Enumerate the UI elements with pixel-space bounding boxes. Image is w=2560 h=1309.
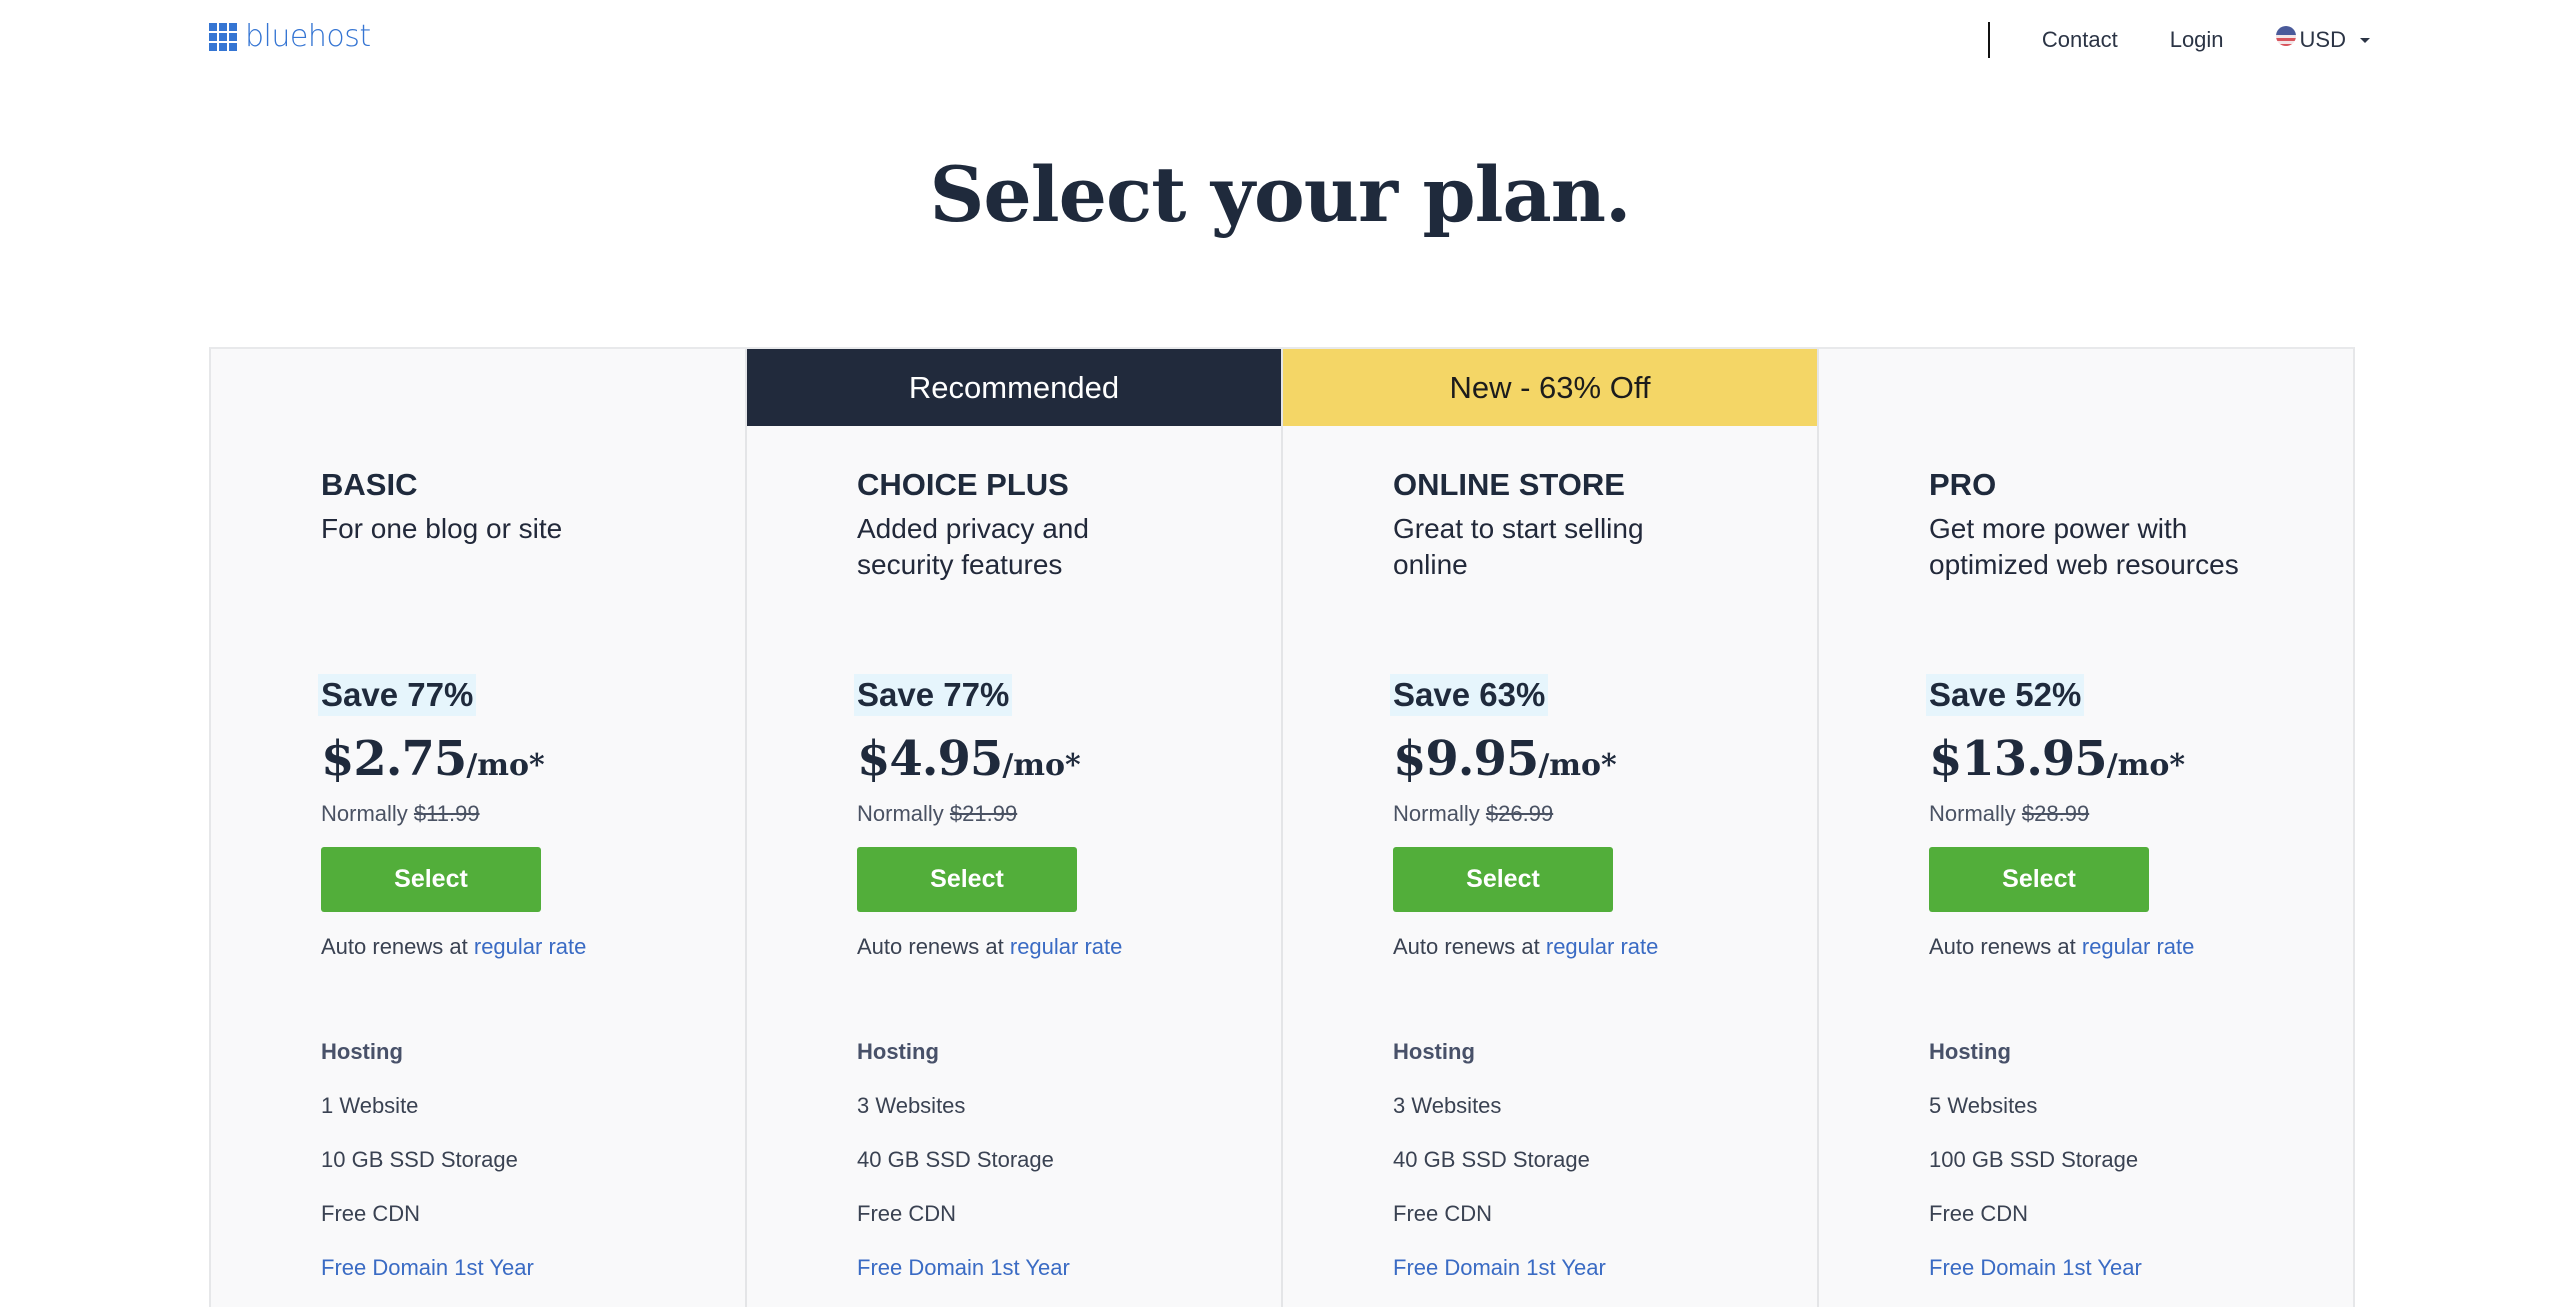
price-unit: /mo* <box>1538 748 1617 783</box>
auto-renew-note: Auto renews at regular rate <box>1929 934 2194 960</box>
plan-description: Get more power with optimized web resour… <box>1929 513 2239 580</box>
select-button-pro[interactable]: Select <box>1929 847 2149 912</box>
renew-text: Auto renews at <box>1929 934 2076 959</box>
plan-card-basic: BASIC For one blog or site Save 77% $2.7… <box>211 349 747 1307</box>
feature-heading: Hosting <box>1393 1039 1475 1064</box>
normal-price-value: $26.99 <box>1485 801 1554 826</box>
chevron-down-icon <box>2360 37 2370 43</box>
free-domain-link[interactable]: Free Domain 1st Year <box>857 1255 1070 1309</box>
plan-price: $13.95/mo* <box>1929 731 2185 787</box>
price-amount: $13.95 <box>1929 731 2108 787</box>
price-unit: /mo* <box>2106 748 2186 783</box>
bluehost-logo[interactable]: bluehost <box>209 22 371 52</box>
feature-item: 10 GB SSD Storage <box>321 1147 518 1172</box>
plan-name: BASIC <box>321 467 418 502</box>
plan-name: ONLINE STORE <box>1393 467 1625 502</box>
normal-price-value: $21.99 <box>949 801 1018 826</box>
feature-list: Hosting 3 Websites 40 GB SSD Storage Fre… <box>1393 1039 1606 1309</box>
feature-item: Free CDN <box>321 1201 421 1226</box>
normally-label: Normally <box>321 801 408 826</box>
select-button-online-store[interactable]: Select <box>1393 847 1613 912</box>
price-amount: $2.75 <box>321 731 467 787</box>
save-badge: Save 52% <box>1926 674 2085 716</box>
plan-description: For one blog or site <box>321 513 563 544</box>
logo-text: bluehost <box>245 19 371 54</box>
feature-item: 40 GB SSD Storage <box>857 1147 1054 1172</box>
free-domain-link[interactable]: Free Domain 1st Year <box>321 1255 534 1309</box>
feature-item: 3 Websites <box>857 1093 966 1118</box>
feature-item: Free CDN <box>857 1201 957 1226</box>
page-title: Select your plan. <box>929 150 1632 239</box>
free-domain-link[interactable]: Free Domain 1st Year <box>1929 1255 2142 1309</box>
site-header: bluehost Contact Login USD <box>0 0 2560 80</box>
price-amount: $4.95 <box>857 731 1003 787</box>
feature-list: Hosting 3 Websites 40 GB SSD Storage Fre… <box>857 1039 1070 1309</box>
feature-item: 1 Website <box>321 1093 419 1118</box>
renew-text: Auto renews at <box>857 934 1004 959</box>
price-amount: $9.95 <box>1393 731 1539 787</box>
plan-card-online-store: New - 63% Off ONLINE STORE Great to star… <box>1283 349 1819 1307</box>
feature-item: 3 Websites <box>1393 1093 1502 1118</box>
currency-selector[interactable]: USD <box>2275 26 2370 53</box>
login-link[interactable]: Login <box>2170 27 2224 53</box>
regular-rate-link[interactable]: regular rate <box>2082 934 2195 959</box>
currency-label: USD <box>2299 27 2346 52</box>
save-badge: Save 77% <box>854 674 1013 716</box>
us-flag-icon <box>2275 26 2296 46</box>
plan-name: CHOICE PLUS <box>857 467 1069 502</box>
normal-price: Normally $11.99 <box>321 801 480 827</box>
plan-name: PRO <box>1929 467 1997 502</box>
feature-item: Free CDN <box>1393 1201 1493 1226</box>
regular-rate-link[interactable]: regular rate <box>1546 934 1659 959</box>
plan-price: $4.95/mo* <box>857 731 1081 787</box>
regular-rate-link[interactable]: regular rate <box>474 934 587 959</box>
feature-heading: Hosting <box>857 1039 939 1064</box>
top-nav: Contact Login USD <box>1987 22 2370 58</box>
feature-item: Free CDN <box>1929 1201 2029 1226</box>
plan-price: $2.75/mo* <box>321 731 545 787</box>
feature-list: Hosting 5 Websites 100 GB SSD Storage Fr… <box>1929 1039 2142 1309</box>
plan-price: $9.95/mo* <box>1393 731 1617 787</box>
auto-renew-note: Auto renews at regular rate <box>857 934 1122 960</box>
normal-price: Normally $28.99 <box>1929 801 2089 827</box>
feature-item: 5 Websites <box>1929 1093 2038 1118</box>
normal-price: Normally $26.99 <box>1393 801 1553 827</box>
plan-card-choice-plus: Recommended CHOICE PLUS Added privacy an… <box>747 349 1283 1307</box>
plan-description: Great to start selling online <box>1393 513 1644 580</box>
plans-grid: BASIC For one blog or site Save 77% $2.7… <box>209 347 2355 1307</box>
auto-renew-note: Auto renews at regular rate <box>1393 934 1658 960</box>
save-badge: Save 77% <box>318 674 477 716</box>
contact-link[interactable]: Contact <box>2042 27 2118 53</box>
normally-label: Normally <box>1393 801 1480 826</box>
normal-price-value: $28.99 <box>2021 801 2090 826</box>
recommended-ribbon: Recommended <box>747 349 1281 426</box>
feature-item: 40 GB SSD Storage <box>1393 1147 1590 1172</box>
select-button-basic[interactable]: Select <box>321 847 541 912</box>
plan-description: Added privacy and security features <box>857 513 1089 580</box>
feature-list: Hosting 1 Website 10 GB SSD Storage Free… <box>321 1039 534 1309</box>
plan-card-pro: PRO Get more power with optimized web re… <box>1819 349 2353 1307</box>
regular-rate-link[interactable]: regular rate <box>1010 934 1123 959</box>
normal-price-value: $11.99 <box>413 801 480 826</box>
normally-label: Normally <box>857 801 944 826</box>
save-badge: Save 63% <box>1390 674 1549 716</box>
feature-item: 100 GB SSD Storage <box>1929 1147 2139 1172</box>
promo-ribbon: New - 63% Off <box>1283 349 1817 426</box>
normal-price: Normally $21.99 <box>857 801 1017 827</box>
auto-renew-note: Auto renews at regular rate <box>321 934 586 960</box>
normally-label: Normally <box>1929 801 2016 826</box>
free-domain-link[interactable]: Free Domain 1st Year <box>1393 1255 1606 1309</box>
price-unit: /mo* <box>1002 748 1081 783</box>
logo-grid-icon <box>209 23 237 51</box>
renew-text: Auto renews at <box>1393 934 1540 959</box>
select-button-choice-plus[interactable]: Select <box>857 847 1077 912</box>
nav-divider <box>1987 22 1990 58</box>
feature-heading: Hosting <box>1929 1039 2011 1064</box>
price-unit: /mo* <box>466 748 545 783</box>
renew-text: Auto renews at <box>321 934 468 959</box>
feature-heading: Hosting <box>321 1039 403 1064</box>
